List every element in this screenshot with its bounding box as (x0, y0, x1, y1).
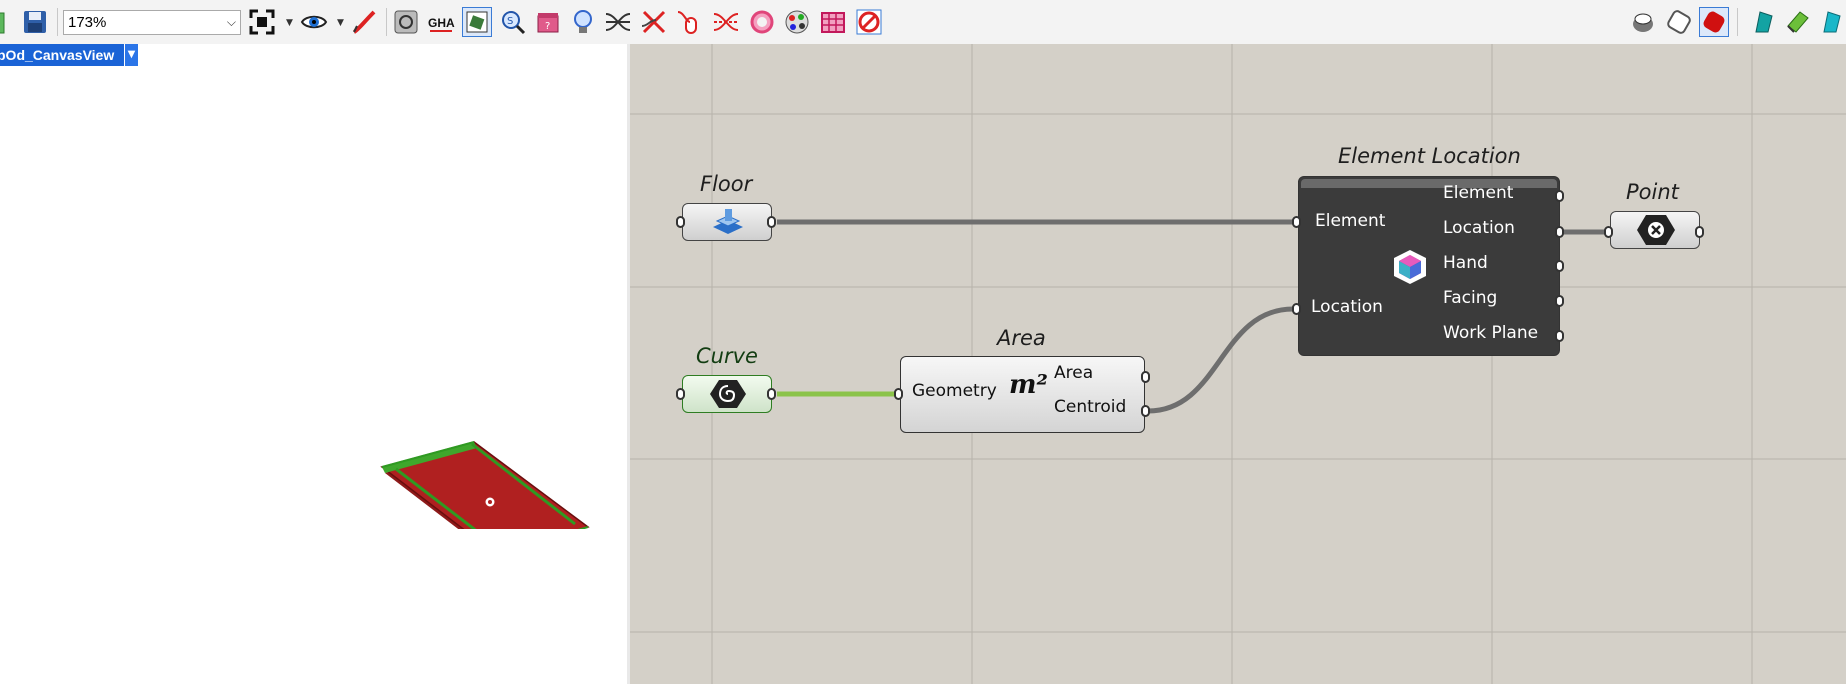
svg-text:?: ? (545, 21, 550, 32)
wire-centroid-to-location[interactable] (1147, 306, 1294, 414)
m-squared-icon: m² (1009, 370, 1048, 400)
element-location-output-element[interactable]: Element (1443, 183, 1513, 203)
svg-text:GHA: GHA (428, 16, 455, 30)
curve-output-grip[interactable] (767, 388, 776, 400)
preview-shaded-icon[interactable] (1629, 8, 1657, 36)
facing-output-grip[interactable] (1555, 295, 1564, 307)
location-input-grip[interactable] (1292, 303, 1301, 315)
location-cube-icon (1394, 250, 1426, 284)
area-component[interactable]: Geometry m² Area Centroid (900, 356, 1145, 433)
cluster-icon[interactable] (392, 8, 420, 36)
element-input-grip[interactable] (1292, 216, 1301, 228)
point-caption: Point (1626, 180, 1679, 204)
disconnect-wires-icon[interactable] (640, 8, 668, 36)
mouse-wire-icon[interactable] (676, 8, 704, 36)
element-location-output-location[interactable]: Location (1443, 218, 1515, 238)
bake-green-icon[interactable] (1784, 8, 1812, 36)
element-location-input-location[interactable]: Location (1311, 297, 1383, 317)
area-output-centroid[interactable]: Centroid (1054, 397, 1126, 417)
canvas-widget-icon[interactable] (462, 7, 492, 37)
viewport-name: pOd_CanvasView (0, 47, 115, 63)
calendar-grid-icon[interactable] (819, 8, 847, 36)
curve-param-icon (710, 380, 746, 408)
point-parameter[interactable] (1610, 211, 1700, 249)
area-centroid-grip[interactable] (1141, 405, 1150, 417)
canvas-grid (630, 44, 1846, 684)
bake-cyan-icon[interactable] (1818, 8, 1846, 36)
disable-solver-icon[interactable] (855, 8, 883, 36)
curve-parameter[interactable] (682, 375, 772, 413)
location-output-grip[interactable] (1555, 226, 1564, 238)
zoom-dropdown[interactable]: 173% ⌵ (63, 10, 241, 35)
gha-icon[interactable]: GHA (427, 8, 455, 36)
element-location-output-facing[interactable]: Facing (1443, 288, 1497, 308)
rhino-viewport[interactable]: pOd_CanvasView ▼ (0, 44, 627, 684)
search-icon[interactable]: S (499, 8, 527, 36)
area-caption: Area (997, 326, 1046, 350)
caret-down-icon[interactable]: ▼ (337, 18, 344, 28)
floor-caption: Floor (700, 172, 753, 196)
bake-teal-icon[interactable] (1750, 8, 1778, 36)
element-location-input-element[interactable]: Element (1315, 211, 1385, 231)
zoom-extents-icon[interactable] (248, 8, 276, 36)
package-icon[interactable]: ? (534, 8, 562, 36)
curve-input-grip[interactable] (676, 388, 685, 400)
wire-filter-icon[interactable] (712, 8, 740, 36)
area-input-geometry[interactable]: Geometry (912, 381, 997, 401)
preview-wireframe-icon[interactable] (1665, 8, 1693, 36)
floor-slab-preview (380, 441, 590, 529)
new-file-icon[interactable] (0, 8, 14, 36)
element-location-component[interactable]: Element Location Element Location Hand F… (1298, 176, 1560, 356)
element-output-grip[interactable] (1555, 190, 1564, 202)
area-geometry-grip[interactable] (894, 388, 903, 400)
save-icon[interactable] (21, 8, 49, 36)
area-output-area[interactable]: Area (1054, 363, 1093, 383)
viewport-menu-caret-icon[interactable]: ▼ (124, 44, 138, 66)
lightbulb-icon[interactable] (569, 8, 597, 36)
hand-output-grip[interactable] (1555, 260, 1564, 272)
floor-output-grip[interactable] (767, 216, 776, 228)
wire-bundle-icon[interactable] (604, 8, 632, 36)
element-location-output-hand[interactable]: Hand (1443, 253, 1488, 273)
preview-selected-icon[interactable] (1699, 7, 1729, 37)
element-location-output-work-plane[interactable]: Work Plane (1443, 323, 1538, 343)
point-input-grip[interactable] (1604, 226, 1613, 238)
svg-text:S: S (507, 16, 513, 27)
work-plane-output-grip[interactable] (1555, 330, 1564, 342)
sketch-pen-icon[interactable] (350, 8, 378, 36)
floor-input-grip[interactable] (676, 216, 685, 228)
area-area-grip[interactable] (1141, 371, 1150, 383)
caret-down-icon[interactable]: ▼ (286, 18, 293, 28)
floor-element-icon (713, 209, 743, 234)
element-location-caption: Element Location (1338, 144, 1521, 168)
curve-caption: Curve (696, 344, 758, 368)
chevron-down-icon: ⌵ (226, 15, 236, 29)
zoom-value: 173% (68, 14, 107, 31)
color-palette-icon[interactable] (783, 8, 811, 36)
main-toolbar: 173% ⌵ ▼ ▼ GHA S ? (0, 0, 1846, 45)
point-output-grip[interactable] (1695, 226, 1704, 238)
grasshopper-canvas[interactable]: Floor Curve Area Geometry m² Area Centro… (630, 44, 1846, 684)
point-param-icon (1637, 215, 1675, 245)
viewport-name-tab[interactable]: pOd_CanvasView (0, 44, 137, 66)
preview-eye-icon[interactable] (300, 8, 328, 36)
refresh-ring-icon[interactable] (748, 8, 776, 36)
floor-parameter[interactable] (682, 203, 772, 241)
